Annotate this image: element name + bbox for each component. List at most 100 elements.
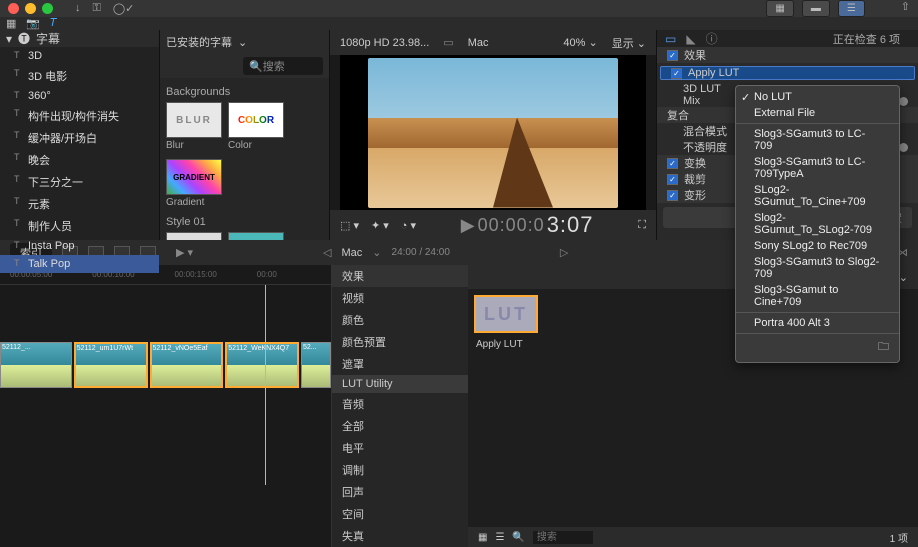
- lut-opt[interactable]: No LUT: [736, 89, 899, 105]
- viewer-format: 1080p HD 23.98...: [340, 37, 429, 49]
- filmstrip-icon[interactable]: ▭: [443, 36, 453, 49]
- titles-cat-icon: 🅣: [18, 30, 30, 47]
- lib-item[interactable]: 360°: [28, 90, 51, 102]
- lut-dropdown: No LUT External File Slog3-SGamut3 to LC…: [735, 85, 900, 363]
- thumb-blur[interactable]: BLUR: [166, 102, 222, 138]
- apply-check[interactable]: ✓: [671, 68, 682, 79]
- photos-icon[interactable]: 📷: [26, 17, 40, 30]
- view-list[interactable]: ▬: [802, 0, 830, 17]
- key-icon[interactable]: ⚿: [93, 2, 101, 15]
- display-menu[interactable]: 显示 ⌄: [612, 35, 646, 51]
- lut-opt[interactable]: Portra 400 Alt 3: [736, 315, 899, 331]
- fx-label: Apply LUT: [476, 339, 523, 350]
- thumb-style1[interactable]: [166, 232, 222, 240]
- project-time: 24:00 / 24:00: [392, 247, 450, 258]
- tc-big: 3:07: [547, 212, 594, 238]
- lut-opt[interactable]: SLog2-SGumut_To_Cine+709: [736, 182, 899, 210]
- viewer-canvas[interactable]: [340, 55, 646, 210]
- fx-thumb[interactable]: LUT: [474, 295, 538, 333]
- fx-search[interactable]: [533, 531, 593, 544]
- check-icon[interactable]: ◯✓: [113, 2, 135, 15]
- view-adjust[interactable]: ☰: [838, 0, 865, 17]
- fxcat-item[interactable]: 空间: [332, 503, 468, 525]
- fxcat-item[interactable]: 电平: [332, 437, 468, 459]
- share-icon[interactable]: ⇧: [901, 0, 910, 17]
- apply-lut: Apply LUT: [688, 67, 904, 79]
- lut-opt[interactable]: External File: [736, 105, 899, 121]
- view-list2[interactable]: ☰: [495, 532, 504, 543]
- cursor-tool[interactable]: ▶ ▾: [176, 246, 193, 259]
- fxcat-item[interactable]: 失真: [332, 525, 468, 547]
- tc-gray: 00:00:0: [478, 215, 545, 236]
- minimize-window[interactable]: [25, 3, 36, 14]
- fxcat-item[interactable]: 视频: [332, 287, 468, 309]
- tab-info[interactable]: ⓘ: [706, 30, 718, 47]
- prev-edit[interactable]: ◁: [323, 246, 331, 259]
- fxcat-item[interactable]: 调制: [332, 459, 468, 481]
- fullscreen-icon[interactable]: ⛶: [638, 219, 646, 232]
- lib-item[interactable]: Insta Pop: [28, 240, 74, 252]
- sect-style: Style 01: [166, 216, 323, 228]
- tab-color[interactable]: ◣: [686, 32, 695, 46]
- lib-title: 字幕: [36, 30, 60, 47]
- library-icon[interactable]: ▦: [6, 17, 16, 30]
- lib-item[interactable]: 制作人员: [28, 221, 72, 233]
- clip[interactable]: 52112_...: [0, 342, 72, 388]
- lut-opt[interactable]: Slog2-SGumut_To_SLog2-709: [736, 210, 899, 238]
- lib-item[interactable]: 缓冲器/开场白: [28, 133, 97, 145]
- lut-opt[interactable]: Slog3-SGamut3 to Slog2-709: [736, 254, 899, 282]
- fx-check[interactable]: ✓: [667, 50, 678, 61]
- lut-opt[interactable]: Slog3-SGamut3 to LC-709TypeA: [736, 154, 899, 182]
- playhead[interactable]: [265, 285, 266, 485]
- fxcat-item[interactable]: 颜色预置: [332, 331, 468, 353]
- lib-item[interactable]: 晚会: [28, 155, 50, 167]
- thumb-style2[interactable]: [228, 232, 284, 240]
- lut-folder[interactable]: 🗀: [736, 336, 899, 359]
- installed-label[interactable]: 已安装的字幕: [166, 34, 232, 50]
- fx-label: 效果: [684, 47, 908, 63]
- clip[interactable]: 52...: [301, 342, 331, 388]
- fxcat-hdr: 效果: [332, 265, 468, 287]
- titles-icon[interactable]: 𝑇: [50, 17, 57, 30]
- search-input[interactable]: 🔍搜索: [243, 57, 323, 75]
- close-window[interactable]: [8, 3, 19, 14]
- project-name[interactable]: Mac: [342, 247, 363, 259]
- lut-opt[interactable]: Sony SLog2 to Rec709: [736, 238, 899, 254]
- zoom[interactable]: 40% ⌄: [563, 36, 597, 49]
- fxcat-item[interactable]: 全部: [332, 415, 468, 437]
- tab-video[interactable]: ▭: [665, 32, 676, 46]
- clip-selected[interactable]: 52112_um1U7rWt: [74, 342, 148, 388]
- lut-opt[interactable]: Slog3-SGamut3 to LC-709: [736, 126, 899, 154]
- import-icon[interactable]: ↓: [75, 2, 81, 15]
- next-edit[interactable]: ▷: [560, 246, 568, 259]
- dropdown-icon[interactable]: ⌄: [238, 36, 247, 49]
- clip-selected[interactable]: 52112_vNOe5Eaf: [150, 342, 224, 388]
- lib-item[interactable]: 构件出现/构件消失: [28, 111, 119, 123]
- thumb-gradient[interactable]: GRADIENT: [166, 159, 222, 195]
- zoom-window[interactable]: [42, 3, 53, 14]
- enhance-tool[interactable]: ✦ ▾: [371, 219, 389, 232]
- fxcat-item-sel[interactable]: LUT Utility: [332, 375, 468, 393]
- view-thumb[interactable]: ▦: [478, 532, 487, 543]
- transform-check[interactable]: ✓: [667, 158, 678, 169]
- retime-tool[interactable]: ◔ ▾: [401, 219, 416, 232]
- fxcat-item[interactable]: 颜色: [332, 309, 468, 331]
- thumb-color[interactable]: COLOR: [228, 102, 284, 138]
- fxcat-item[interactable]: 遮罩: [332, 353, 468, 375]
- lib-item-selected[interactable]: Talk Pop: [28, 258, 70, 270]
- view-grid[interactable]: ▦: [766, 0, 793, 17]
- viewer-name: Mac: [468, 37, 489, 49]
- play-icon[interactable]: ▶: [461, 215, 476, 236]
- lib-item[interactable]: 3D: [28, 50, 42, 62]
- clip-selected[interactable]: 52112_WeKNX4Q7: [225, 342, 299, 388]
- lut-opt[interactable]: Slog3-SGamut to Cine+709: [736, 282, 899, 310]
- lib-item[interactable]: 元素: [28, 199, 50, 211]
- transform-tool[interactable]: ⬚ ▾: [340, 219, 359, 232]
- lib-item[interactable]: 下三分之一: [28, 177, 83, 189]
- status-text: 正在检查 6 项: [833, 31, 900, 47]
- fxcat-item[interactable]: 音频: [332, 393, 468, 415]
- crop-check[interactable]: ✓: [667, 174, 678, 185]
- distort-check[interactable]: ✓: [667, 190, 678, 201]
- lib-item[interactable]: 3D 电影: [28, 71, 67, 83]
- disclosure-icon[interactable]: ▾: [6, 32, 12, 46]
